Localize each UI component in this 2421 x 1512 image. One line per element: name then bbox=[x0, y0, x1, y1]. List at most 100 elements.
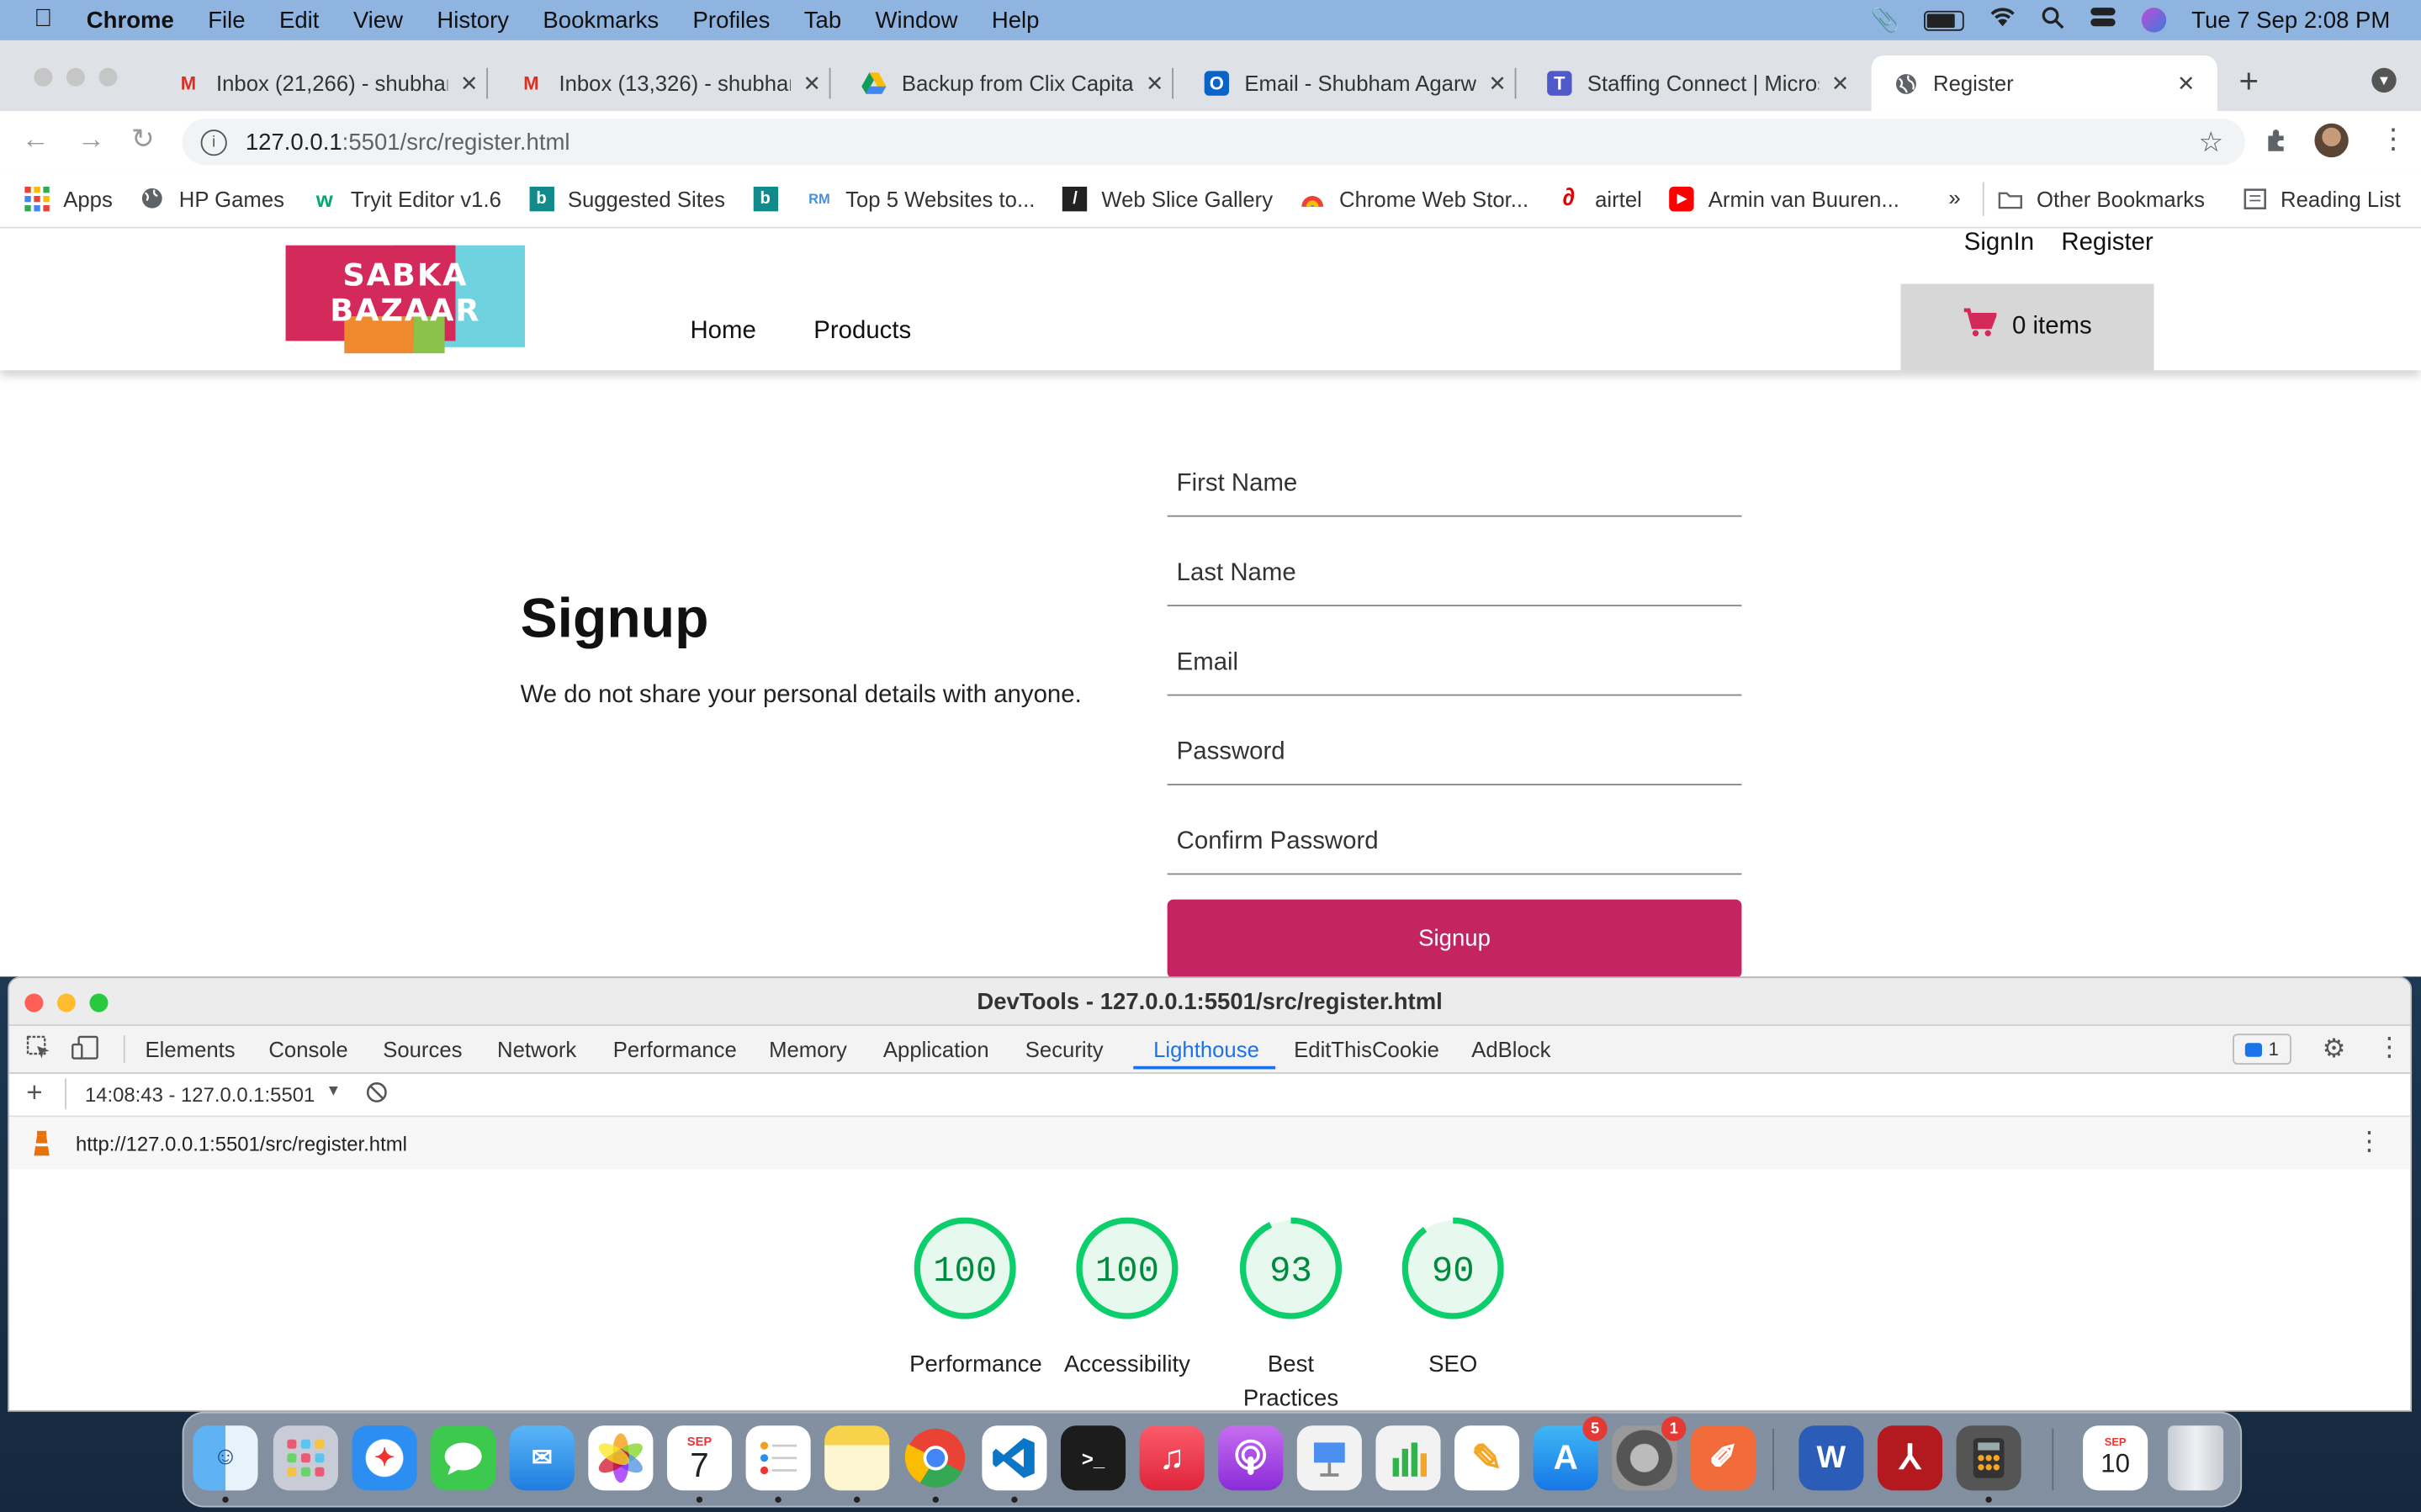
messages-icon[interactable] bbox=[431, 1425, 496, 1491]
menu-tab[interactable]: Tab bbox=[804, 7, 841, 33]
word-icon[interactable]: W bbox=[1799, 1425, 1864, 1491]
vscode-icon[interactable] bbox=[982, 1425, 1047, 1491]
bookmark-top5[interactable]: RM Top 5 Websites to... bbox=[807, 186, 1035, 210]
bookmark-other[interactable]: Other Bookmarks bbox=[1998, 187, 2205, 211]
forward-icon[interactable]: → bbox=[77, 124, 105, 156]
zoom-window-button[interactable] bbox=[89, 993, 109, 1012]
extensions-icon[interactable] bbox=[2264, 126, 2290, 160]
profile-avatar[interactable] bbox=[2314, 123, 2349, 158]
bookmark-tryit[interactable]: w Tryit Editor v1.6 bbox=[312, 186, 501, 210]
menu-view[interactable]: View bbox=[353, 7, 403, 33]
site-info-icon[interactable]: i bbox=[200, 129, 227, 156]
chrome-menu-icon[interactable]: ⋮ bbox=[2380, 124, 2408, 156]
signin-link[interactable]: SignIn bbox=[1964, 230, 2034, 257]
first-name-field[interactable]: First Name bbox=[1167, 455, 1742, 517]
menu-app-name[interactable]: Chrome bbox=[87, 7, 174, 33]
pages-icon[interactable]: ✎ bbox=[1454, 1425, 1520, 1491]
email-field[interactable]: Email bbox=[1167, 634, 1742, 696]
confirm-password-field[interactable]: Confirm Password bbox=[1167, 813, 1742, 875]
inspect-element-icon[interactable] bbox=[26, 1035, 50, 1065]
tab-teams[interactable]: T Staffing Connect | Micros ✕ bbox=[1547, 56, 1849, 111]
devtools-tab-security[interactable]: Security bbox=[1025, 1037, 1104, 1061]
password-field[interactable]: Password bbox=[1167, 723, 1742, 785]
minimize-window-button[interactable] bbox=[66, 67, 85, 87]
numbers-icon[interactable] bbox=[1375, 1425, 1441, 1491]
acrobat-icon[interactable]: ⅄ bbox=[1877, 1425, 1943, 1491]
apple-icon[interactable]:  bbox=[34, 6, 65, 34]
menu-history[interactable]: History bbox=[437, 7, 509, 33]
trash-icon[interactable] bbox=[2168, 1425, 2224, 1491]
back-icon[interactable]: ← bbox=[22, 124, 50, 156]
address-bar[interactable]: i 127.0.0.1:5501/src/register.html ☆ bbox=[182, 119, 2245, 166]
app-store-icon[interactable]: A 5 bbox=[1533, 1416, 1608, 1491]
calendar-document-icon[interactable]: SEP 10 bbox=[2083, 1425, 2148, 1491]
close-tab-icon[interactable]: ✕ bbox=[1146, 70, 1164, 96]
nav-products[interactable]: Products bbox=[813, 318, 911, 346]
bookmark-airtel[interactable]: ∂ airtel bbox=[1556, 184, 1642, 210]
zoom-window-button[interactable] bbox=[98, 67, 118, 87]
devtools-tab-sources[interactable]: Sources bbox=[383, 1037, 462, 1061]
devtools-tab-adblock[interactable]: AdBlock bbox=[1471, 1037, 1550, 1061]
menu-help[interactable]: Help bbox=[992, 7, 1040, 33]
score-gauge-best-practices[interactable]: 93 Best Practices bbox=[1235, 1217, 1346, 1410]
chrome-icon[interactable] bbox=[903, 1425, 968, 1490]
notes-icon[interactable] bbox=[824, 1425, 890, 1491]
bookmark-apps[interactable]: Apps bbox=[24, 186, 113, 211]
reminders-icon[interactable] bbox=[745, 1425, 811, 1491]
new-report-icon[interactable]: + bbox=[26, 1077, 42, 1110]
terminal-icon[interactable]: >_ bbox=[1060, 1425, 1126, 1491]
siri-icon[interactable] bbox=[2142, 8, 2167, 33]
close-tab-icon[interactable]: ✕ bbox=[2177, 70, 2196, 96]
device-toolbar-icon[interactable] bbox=[71, 1035, 98, 1065]
report-menu-icon[interactable]: ⋮ bbox=[2356, 1126, 2382, 1157]
tab-drive[interactable]: Backup from Clix Capital ✕ bbox=[861, 56, 1173, 111]
menu-window[interactable]: Window bbox=[876, 7, 958, 33]
minimize-window-button[interactable] bbox=[56, 993, 76, 1012]
devtools-tab-memory[interactable]: Memory bbox=[769, 1037, 847, 1061]
close-tab-icon[interactable]: ✕ bbox=[460, 70, 479, 96]
cart-button[interactable]: 0 items bbox=[1900, 283, 2154, 371]
control-center-icon[interactable] bbox=[2090, 6, 2117, 34]
devtools-tab-elements[interactable]: Elements bbox=[146, 1037, 236, 1061]
bookmark-hp-games[interactable]: HP Games bbox=[140, 186, 284, 210]
devtools-tab-console[interactable]: Console bbox=[268, 1037, 347, 1061]
new-tab-icon[interactable]: + bbox=[2238, 61, 2259, 102]
safari-icon[interactable]: ✦ bbox=[352, 1425, 417, 1491]
postman-icon[interactable]: ✐ bbox=[1690, 1425, 1756, 1491]
sabka-bazaar-logo[interactable]: SABKA BAZAAR bbox=[285, 245, 526, 354]
tab-outlook[interactable]: O Email - Shubham Agarwal ✕ bbox=[1204, 56, 1516, 111]
clear-icon[interactable] bbox=[366, 1081, 388, 1108]
score-gauge-performance[interactable]: 100 Performance bbox=[909, 1217, 1042, 1382]
report-selector[interactable]: 14:08:43 - 127.0.0.1:5501 bbox=[85, 1083, 315, 1107]
tab-gmail-1[interactable]: M Inbox (21,266) - shubham ✕ bbox=[176, 56, 488, 111]
score-gauge-accessibility[interactable]: 100 Accessibility bbox=[1064, 1217, 1190, 1382]
mail-icon[interactable]: ✉ bbox=[509, 1425, 575, 1491]
devtools-menu-icon[interactable]: ⋮ bbox=[2376, 1032, 2402, 1063]
bookmark-suggested[interactable]: b Suggested Sites bbox=[528, 186, 725, 211]
podcasts-icon[interactable] bbox=[1218, 1425, 1284, 1491]
reading-list[interactable]: Reading List bbox=[2242, 187, 2401, 211]
bookmark-star-icon[interactable]: ☆ bbox=[2198, 126, 2223, 159]
bookmark-bing[interactable]: b bbox=[753, 186, 792, 211]
register-link[interactable]: Register bbox=[2061, 230, 2153, 257]
search-icon[interactable] bbox=[2042, 5, 2065, 34]
system-preferences-icon[interactable]: 1 bbox=[1612, 1416, 1687, 1491]
tab-register[interactable]: Register ✕ bbox=[1871, 56, 2217, 112]
menu-profiles[interactable]: Profiles bbox=[693, 7, 771, 33]
tab-search-icon[interactable]: ▼ bbox=[2371, 67, 2397, 93]
score-gauge-seo[interactable]: 90 SEO bbox=[1397, 1217, 1508, 1382]
tab-gmail-2[interactable]: M Inbox (13,326) - shubham ✕ bbox=[519, 56, 831, 111]
close-tab-icon[interactable]: ✕ bbox=[803, 70, 821, 96]
menu-file[interactable]: File bbox=[208, 7, 245, 33]
bookmark-chrome-store[interactable]: Chrome Web Stor... bbox=[1301, 186, 1528, 210]
calculator-icon[interactable] bbox=[1956, 1425, 2021, 1491]
nav-home[interactable]: Home bbox=[690, 318, 755, 346]
bookmark-web-slice[interactable]: / Web Slice Gallery bbox=[1062, 186, 1273, 211]
devtools-tab-performance[interactable]: Performance bbox=[613, 1037, 737, 1061]
devtools-tab-application[interactable]: Application bbox=[883, 1037, 989, 1061]
close-window-button[interactable] bbox=[34, 67, 53, 87]
last-name-field[interactable]: Last Name bbox=[1167, 545, 1742, 607]
music-icon[interactable]: ♫ bbox=[1139, 1425, 1205, 1491]
close-tab-icon[interactable]: ✕ bbox=[1488, 70, 1507, 96]
dropdown-arrow-icon[interactable]: ▼ bbox=[326, 1083, 341, 1100]
